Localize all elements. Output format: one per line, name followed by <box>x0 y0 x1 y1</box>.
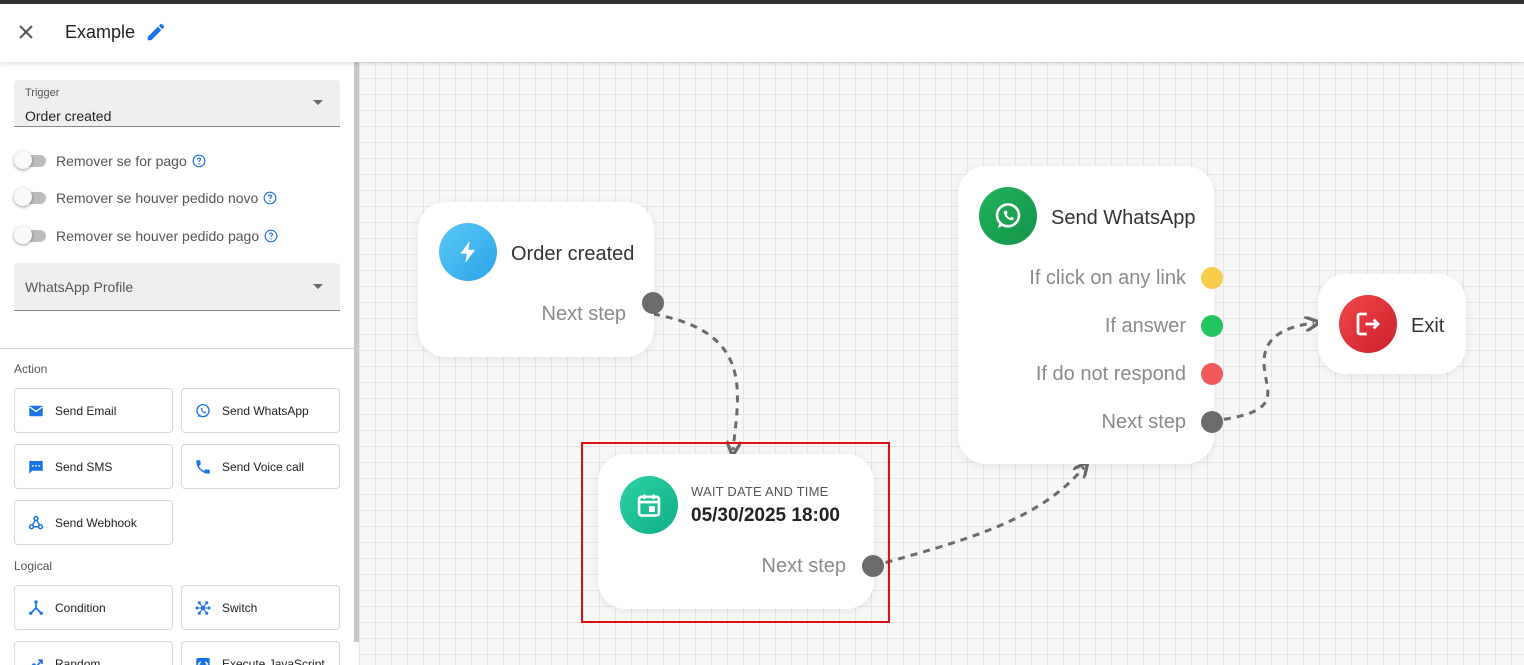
random-icon <box>31 658 43 665</box>
logical-section-label: Logical <box>14 559 53 573</box>
switch-button[interactable]: Switch <box>181 585 340 630</box>
chevron-down-icon <box>313 284 323 289</box>
condition-button[interactable]: Condition <box>14 585 173 630</box>
port-if-no-response[interactable] <box>1201 363 1223 385</box>
action-label: Send SMS <box>55 459 113 474</box>
sidebar-divider <box>0 348 354 349</box>
edge-order-to-wait <box>652 312 737 450</box>
send-email-button[interactable]: Send Email <box>14 388 173 433</box>
trigger-label: Trigger <box>25 87 60 99</box>
action-label: Switch <box>222 600 258 615</box>
toggle-row-remover-novo: Remover se houver pedido novo <box>14 187 277 209</box>
chevron-down-icon <box>313 100 323 105</box>
port-if-click-link[interactable] <box>1201 267 1223 289</box>
whatsapp-profile-placeholder: WhatsApp Profile <box>25 279 134 295</box>
page-title: Example <box>65 22 136 42</box>
action-label: Random <box>55 656 101 665</box>
send-whatsapp-button[interactable]: Send WhatsApp <box>181 388 340 433</box>
close-button[interactable] <box>14 20 38 44</box>
toggle-label: Remover se houver pedido novo <box>56 190 259 206</box>
port-next-step[interactable] <box>1201 411 1223 433</box>
action-label: Send Email <box>55 403 117 418</box>
condition-icon <box>29 599 43 615</box>
phone-icon <box>196 459 210 474</box>
order-next-port[interactable] <box>642 292 664 314</box>
toggle-remover-novo[interactable] <box>14 188 46 206</box>
port-label: Next step <box>541 303 626 325</box>
action-label: Send Webhook <box>55 515 137 530</box>
flow-canvas[interactable]: Order created Next step WAIT DATE AND TI… <box>359 62 1524 665</box>
toggle-row-remover-pago: Remover se for pago <box>14 150 206 172</box>
edit-title-button[interactable] <box>145 21 167 43</box>
action-label: Send Voice call <box>222 459 305 474</box>
help-icon[interactable] <box>264 229 278 243</box>
toggle-remover-pedido-pago[interactable] <box>14 226 46 244</box>
node-title: Order created <box>511 243 635 265</box>
help-icon[interactable] <box>192 154 206 168</box>
lightning-icon <box>439 223 497 281</box>
port-label-no-response: If do not respond <box>1035 363 1186 385</box>
trigger-select[interactable]: Trigger Order created <box>14 80 340 127</box>
port-if-answer[interactable] <box>1201 315 1223 337</box>
action-label: Execute JavaScript <box>222 656 325 665</box>
pencil-icon <box>147 23 165 41</box>
toggle-label: Remover se for pago <box>56 153 187 169</box>
send-voice-call-button[interactable]: Send Voice call <box>181 444 340 489</box>
whatsapp-icon <box>979 187 1037 245</box>
sms-icon <box>29 460 43 474</box>
port-label-next: Next step <box>1101 411 1186 433</box>
code-icon <box>196 657 210 665</box>
toggle-row-remover-pedido-pago: Remover se houver pedido pago <box>14 225 278 247</box>
selection-highlight <box>581 442 890 623</box>
edge-wait-to-whatsapp <box>872 467 1084 568</box>
order-created-node[interactable]: Order created Next step <box>418 202 664 357</box>
node-title: Exit <box>1411 315 1445 337</box>
whatsapp-icon <box>196 403 210 417</box>
trigger-value: Order created <box>25 108 112 124</box>
edge-whatsapp-to-exit <box>1210 323 1314 423</box>
action-label: Condition <box>55 600 106 615</box>
execute-javascript-button[interactable]: Execute JavaScript <box>181 641 340 665</box>
sidebar: Trigger Order created Remover se for pag… <box>0 62 354 665</box>
port-label-link: If click on any link <box>1029 267 1186 289</box>
toggle-remover-pago[interactable] <box>14 151 46 169</box>
exit-node[interactable]: Exit <box>1318 274 1466 374</box>
help-icon[interactable] <box>263 191 277 205</box>
action-section-label: Action <box>14 362 48 376</box>
webhook-icon <box>28 515 44 529</box>
send-whatsapp-node[interactable]: Send WhatsApp If click on any link If an… <box>958 166 1223 464</box>
close-icon <box>19 25 33 39</box>
exit-icon <box>1339 295 1397 353</box>
port-label-answer: If answer <box>1104 315 1186 337</box>
random-button[interactable]: Random <box>14 641 173 665</box>
email-icon <box>29 405 43 416</box>
switch-icon <box>195 600 211 615</box>
send-webhook-button[interactable]: Send Webhook <box>14 500 173 545</box>
node-title: Send WhatsApp <box>1051 207 1196 229</box>
action-label: Send WhatsApp <box>222 403 309 418</box>
whatsapp-profile-select[interactable]: WhatsApp Profile <box>14 263 340 311</box>
send-sms-button[interactable]: Send SMS <box>14 444 173 489</box>
toggle-label: Remover se houver pedido pago <box>56 228 260 244</box>
header-bar: Example <box>0 4 1524 62</box>
